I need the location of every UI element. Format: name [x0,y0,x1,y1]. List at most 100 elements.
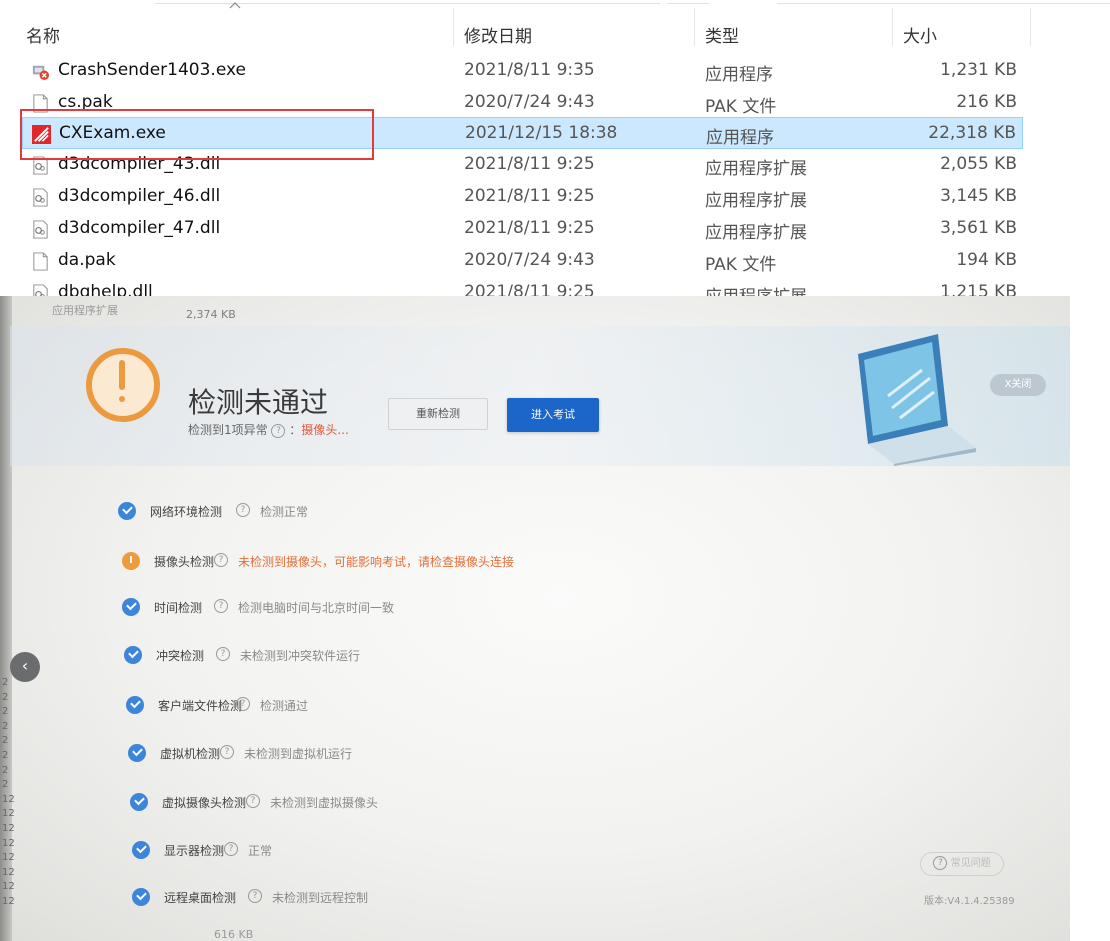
recheck-button[interactable]: 重新检测 [388,398,488,430]
file-type: 应用程序扩展 [705,159,807,179]
check-icon [126,696,144,714]
check-status: 未检测到虚拟摄像头 [270,796,379,810]
check-icon [132,888,150,906]
column-divider[interactable] [892,8,893,46]
check-status: 未检测到远程控制 [272,891,369,905]
background-digit: 12 [2,866,15,878]
background-digit: 2 [2,677,9,688]
faq-help-icon: ? [933,856,948,870]
help-icon[interactable]: ? [236,503,250,517]
file-type: 应用程序扩展 [705,282,807,296]
dll-file-icon [33,188,48,207]
file-size: 2,055 KB [940,154,1017,174]
dll-file-icon [33,220,48,239]
file-size: 1,231 KB [940,60,1017,80]
check-icon [122,598,140,616]
check-label: 客户端文件检测 [158,699,243,713]
file-date: 2020/7/24 9:43 [464,92,595,112]
exclamation-icon [119,360,125,406]
file-type: 应用程序扩展 [705,191,807,211]
file-name: CrashSender1403.exe [58,60,246,80]
column-divider[interactable] [694,8,695,46]
check-icon [124,646,142,664]
sort-ascending-icon[interactable] [228,0,242,10]
file-row[interactable]: CrashSender1403.exe 2021/8/11 9:35 应用程序 1,2… [22,55,1023,87]
nav-back-button[interactable]: ‹ [10,652,40,682]
help-icon[interactable]: ? [248,889,262,903]
check-label: 摄像头检测 [154,555,215,569]
file-name: da.pak [58,250,116,270]
column-divider[interactable] [1030,8,1031,46]
close-button[interactable]: X关闭 [990,374,1046,396]
file-type: 应用程序扩展 [705,223,807,243]
exam-check-photo: 2 2 2 2 2 2 2 2 12 12 12 12 12 12 12 12 应用程序扩展 2,374 KB… [0,296,1070,941]
check-icon [130,793,148,811]
file-date: 2021/8/11 9:25 [464,186,595,206]
column-header-name[interactable]: 名称 [26,22,60,47]
background-digit: 2 [2,735,9,747]
check-status: 检测电脑时间与北京时间一致 [238,601,395,615]
subtitle-issue[interactable]: 摄像头... [301,423,348,437]
file-row[interactable]: d3dcompiler_47.dll 2021/8/11 9:25 应用程序扩展 3,… [22,213,1023,245]
file-type: PAK 文件 [705,97,777,117]
faq-label: 常见问题 [950,858,991,869]
check-label: 显示器检测 [164,844,225,858]
page-margin [1070,296,1110,941]
file-icon [33,252,48,271]
subtitle-prefix: 检测到1项异常 [188,423,268,437]
file-name: d3dcompiler_47.dll [58,218,221,238]
file-size: 194 KB [956,250,1017,270]
file-type: PAK 文件 [705,255,777,275]
help-icon[interactable]: ? [216,647,230,661]
check-status: 检测正常 [260,505,309,519]
column-header-type[interactable]: 类型 [705,22,739,47]
faq-button[interactable]: ? 常见问题 [920,852,1004,876]
help-icon[interactable]: ? [271,423,286,438]
laptop-illustration-icon [858,334,976,466]
file-date: 2021/12/15 18:38 [465,123,618,143]
column-header-date[interactable]: 修改日期 [464,22,532,47]
warning-icon [122,552,140,570]
check-status: 未检测到虚拟机运行 [244,747,353,761]
file-row[interactable]: dbghelp.dll 2021/8/11 9:25 应用程序扩展 1,215 KB [22,277,1023,296]
version-label: 版本:V4.1.4.25389 [924,896,1015,907]
column-divider[interactable] [453,8,454,46]
help-icon[interactable]: ? [224,842,238,856]
background-digit: 2 [2,779,9,791]
background-size-text: 2,374 KB [186,308,236,321]
file-date: 2021/8/11 9:25 [464,218,595,238]
help-icon[interactable]: ? [214,553,228,567]
help-icon[interactable]: ? [246,794,260,808]
background-digit: 12 [2,852,15,864]
file-size: 3,145 KB [940,186,1017,206]
file-type: 应用程序 [705,65,773,85]
enter-exam-button[interactable]: 进入考试 [507,398,599,432]
check-status: 检测通过 [260,699,309,713]
subtitle-separator: ： [289,423,302,437]
check-icon [128,744,146,762]
check-status: 未检测到摄像头，可能影响考试，请检查摄像头连接 [238,555,515,569]
check-status: 未检测到冲突软件运行 [240,649,361,663]
help-icon[interactable]: ? [236,697,250,711]
check-status: 正常 [248,844,273,858]
crash-sender-icon [32,65,50,81]
file-row[interactable]: da.pak 2020/7/24 9:43 PAK 文件 194 KB [22,245,1023,277]
help-icon[interactable]: ? [214,599,228,613]
background-digit: 12 [2,822,15,834]
background-digit: 2 [2,720,9,732]
file-name: dbghelp.dll [58,282,153,296]
dll-file-icon [33,284,48,296]
file-size: 22,318 KB [928,123,1016,143]
file-date: 2020/7/24 9:43 [464,250,595,270]
check-label: 虚拟机检测 [160,747,221,761]
background-digit: 2 [2,749,9,761]
check-label: 虚拟摄像头检测 [162,796,247,810]
background-digit: 2 [2,706,9,718]
check-label: 冲突检测 [156,649,205,663]
file-row[interactable]: d3dcompiler_46.dll 2021/8/11 9:25 应用程序扩展 3,… [22,181,1023,213]
help-icon[interactable]: ? [220,745,234,759]
background-digit: 2 [2,691,9,703]
check-icon [118,502,136,520]
column-header-size[interactable]: 大小 [903,22,937,47]
background-type-text: 应用程序扩展 [52,304,118,317]
